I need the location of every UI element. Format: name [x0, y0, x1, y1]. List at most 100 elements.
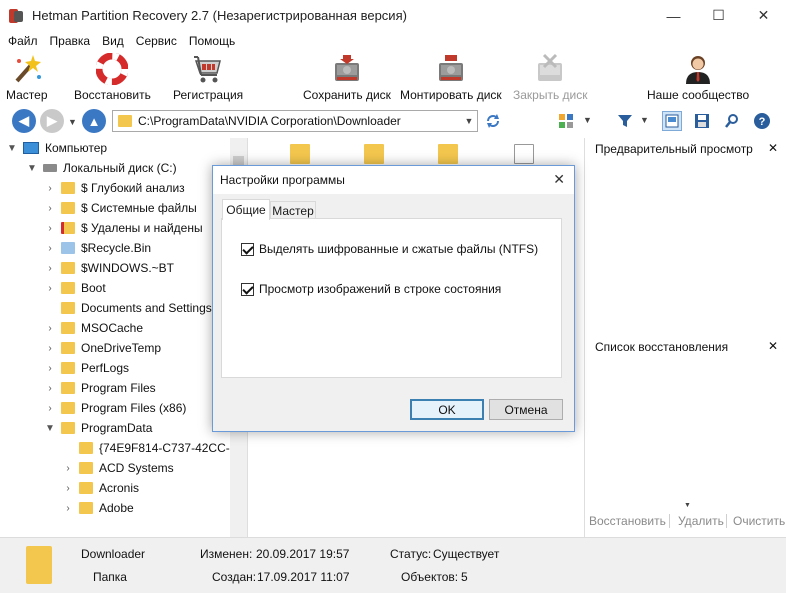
restore-button[interactable]: Восстановить — [74, 51, 151, 105]
save-icon[interactable] — [692, 111, 712, 131]
tree-item-program-files-x86[interactable]: › Program Files (x86) — [44, 398, 186, 418]
collapse-icon[interactable]: ▼ — [26, 163, 38, 174]
tree-item-guid-folder[interactable]: {74E9F814-C737-42CC-B — [62, 438, 238, 458]
expand-icon[interactable]: › — [62, 503, 74, 514]
close-restore-list-icon[interactable]: ✕ — [768, 339, 778, 353]
tree-item-acd-systems[interactable]: › ACD Systems — [62, 458, 173, 478]
view-mode-icon[interactable] — [556, 111, 576, 131]
save-disk-button[interactable]: Сохранить диск — [303, 51, 391, 105]
search-icon[interactable] — [722, 111, 742, 131]
register-button[interactable]: Регистрация — [173, 51, 243, 105]
menu-edit[interactable]: Правка — [44, 34, 97, 48]
expand-icon[interactable]: › — [44, 263, 56, 274]
expand-icon[interactable]: › — [44, 323, 56, 334]
tab-wizard[interactable]: Мастер — [270, 201, 316, 219]
dialog-title-bar: Настройки программы ✕ — [213, 166, 574, 194]
restore-action[interactable]: Восстановить — [589, 514, 666, 528]
mount-disk-button[interactable]: Монтировать диск — [400, 51, 502, 105]
tree-item-programdata[interactable]: ▼ ProgramData — [44, 418, 152, 438]
menu-bar: Файл Правка Вид Сервис Помощь — [0, 31, 786, 51]
user-icon — [681, 52, 715, 86]
dialog-close-icon[interactable]: ✕ — [553, 171, 565, 188]
modified-value: 20.09.2017 19:57 — [256, 547, 350, 561]
tree-item-deleted-found[interactable]: › $ Удалены и найдены — [44, 218, 202, 238]
expand-icon[interactable]: › — [44, 223, 56, 234]
tree-item-msocache[interactable]: › MSOCache — [44, 318, 143, 338]
close-preview-icon[interactable]: ✕ — [768, 141, 778, 155]
toolbar: Мастер Восстановить Регистрация Сохранит… — [0, 51, 786, 105]
filter-icon[interactable] — [615, 111, 635, 131]
tree-item-perflogs[interactable]: › PerfLogs — [44, 358, 129, 378]
tree-item-documents-settings[interactable]: Documents and Settings — [44, 298, 212, 318]
menu-service[interactable]: Сервис — [130, 34, 183, 48]
tree-item-deep-analysis[interactable]: › $ Глубокий анализ — [44, 178, 184, 198]
expand-icon[interactable]: › — [44, 403, 56, 414]
help-icon[interactable]: ? — [752, 111, 772, 131]
expand-icon[interactable]: › — [44, 283, 56, 294]
tree-item-recycle-bin[interactable]: › $Recycle.Bin — [44, 238, 151, 258]
folder-icon[interactable] — [438, 144, 458, 164]
tree-item-windows-bt[interactable]: › $WINDOWS.~BT — [44, 258, 174, 278]
menu-file[interactable]: Файл — [2, 34, 44, 48]
expand-icon[interactable]: › — [62, 463, 74, 474]
ok-button[interactable]: OK — [410, 399, 484, 420]
menu-help[interactable]: Помощь — [183, 34, 241, 48]
image-preview-checkbox[interactable] — [241, 282, 254, 296]
forward-arrow-icon[interactable]: ▶ — [40, 109, 64, 133]
folder-icon[interactable] — [290, 144, 310, 164]
community-button[interactable]: Наше сообщество — [647, 51, 749, 105]
encrypted-files-option[interactable]: Выделять шифрованные и сжатые файлы (NTF… — [241, 242, 538, 256]
maximize-button[interactable]: ☐ — [696, 0, 741, 31]
clear-action[interactable]: Очистить — [733, 514, 785, 528]
encrypted-files-checkbox[interactable] — [241, 242, 254, 256]
folder-icon — [61, 362, 75, 374]
magic-wand-icon — [10, 52, 44, 86]
address-path[interactable]: C:\ProgramData\NVIDIA Corporation\Downlo… — [138, 114, 461, 128]
objects-value: 5 — [461, 570, 468, 584]
preview-panel-icon[interactable] — [662, 111, 682, 131]
collapse-icon[interactable]: ▼ — [6, 143, 18, 154]
tree-item-boot[interactable]: › Boot — [44, 278, 105, 298]
tree-item-program-files[interactable]: › Program Files — [44, 378, 155, 398]
close-window-button[interactable]: ✕ — [741, 0, 786, 31]
collapse-icon[interactable]: ▼ — [44, 423, 56, 434]
encrypted-files-label: Выделять шифрованные и сжатые файлы (NTF… — [259, 242, 539, 256]
filter-dropdown-icon[interactable]: ▼ — [640, 115, 649, 125]
refresh-icon[interactable] — [483, 111, 503, 131]
tab-general[interactable]: Общие — [222, 199, 270, 220]
minimize-button[interactable]: — — [651, 0, 696, 31]
history-dropdown-icon[interactable]: ▼ — [68, 117, 77, 127]
modified-label: Изменен: — [200, 547, 253, 561]
selected-name: Downloader — [81, 547, 146, 561]
expand-icon[interactable]: › — [44, 203, 56, 214]
image-preview-option[interactable]: Просмотр изображений в строке состояния — [241, 282, 501, 296]
back-arrow-icon[interactable]: ◀ — [12, 109, 36, 133]
address-bar[interactable]: C:\ProgramData\NVIDIA Corporation\Downlo… — [112, 110, 478, 132]
tree-item-system-files[interactable]: › $ Системные файлы — [44, 198, 196, 218]
file-icon[interactable] — [514, 144, 534, 164]
window-title: Hetman Partition Recovery 2.7 (Незарегис… — [32, 8, 407, 23]
wizard-button[interactable]: Мастер — [6, 51, 48, 105]
expand-icon[interactable]: › — [44, 183, 56, 194]
menu-view[interactable]: Вид — [96, 34, 130, 48]
expand-icon[interactable]: › — [44, 243, 56, 254]
close-disk-button[interactable]: Закрыть диск — [513, 51, 588, 105]
delete-action[interactable]: Удалить — [678, 514, 724, 528]
expand-icon[interactable]: › — [44, 343, 56, 354]
tree-item-computer[interactable]: ▼ Компьютер — [6, 138, 107, 158]
expand-icon[interactable]: › — [44, 383, 56, 394]
divider — [726, 514, 727, 528]
address-dropdown-icon[interactable]: ▼ — [461, 116, 477, 126]
hard-disk-save-icon — [330, 52, 364, 86]
view-dropdown-icon[interactable]: ▼ — [583, 115, 592, 125]
expand-icon[interactable]: › — [62, 483, 74, 494]
folder-icon[interactable] — [364, 144, 384, 164]
expand-icon[interactable]: › — [44, 363, 56, 374]
cancel-button[interactable]: Отмена — [489, 399, 563, 420]
recycle-bin-icon — [61, 242, 75, 254]
tree-item-acronis[interactable]: › Acronis — [62, 478, 139, 498]
tree-item-onedrivetemp[interactable]: › OneDriveTemp — [44, 338, 161, 358]
up-arrow-icon[interactable]: ▲ — [82, 109, 106, 133]
tree-item-adobe[interactable]: › Adobe — [62, 498, 133, 518]
tree-item-local-disk[interactable]: ▼ Локальный диск (C:) — [26, 158, 177, 178]
